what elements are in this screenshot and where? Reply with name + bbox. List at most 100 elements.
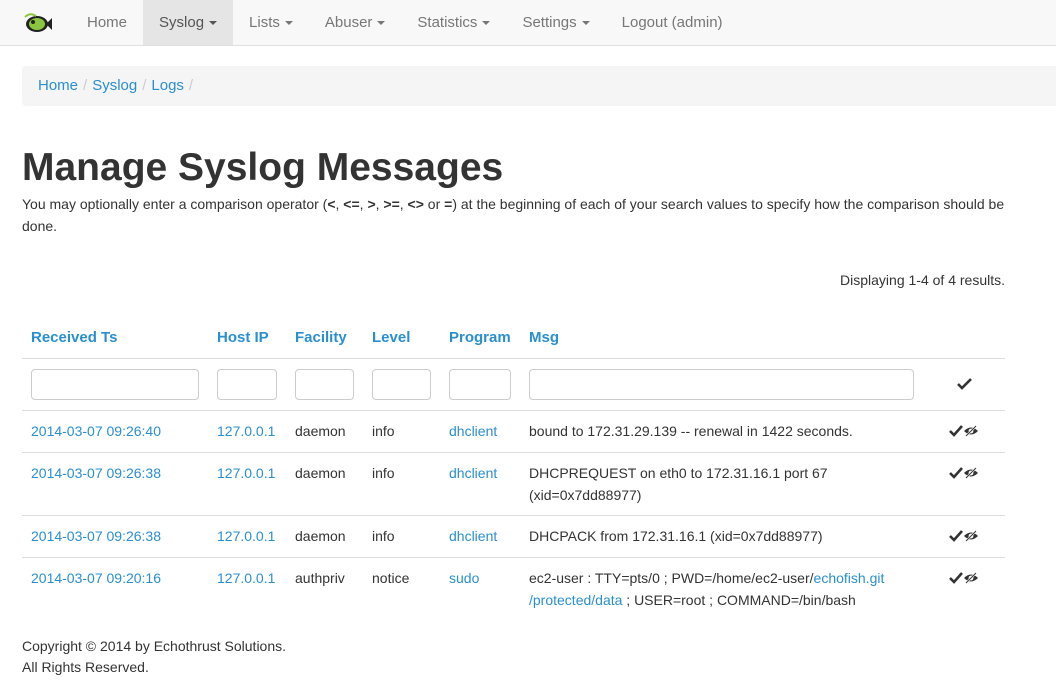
received-ts-link[interactable]: 2014-03-07 09:26:40 [31,423,161,439]
nav-home-label: Home [87,14,128,31]
breadcrumb-separator: / [142,77,147,94]
results-summary: Displaying 1-4 of 4 results. [840,272,1005,288]
row-actions [923,409,1005,453]
description-prefix: You may optionally enter a comparison op… [22,196,328,212]
cell-level: info [363,451,440,516]
top-navbar: Home Syslog Lists Abuser Statistics Sett… [0,0,1056,46]
msg-text: ec2-user : TTY=pts/0 ; PWD=/home/ec2-use… [529,570,814,587]
program-link[interactable]: dhclient [449,528,497,544]
syslog-table: Received Ts Host IP Facility Level Progr… [22,317,1005,621]
filter-level-input[interactable] [372,368,431,400]
sort-received-ts[interactable]: Received Ts [31,329,117,346]
nav-abuser-label: Abuser [324,14,373,31]
cell-received-ts: 2014-03-07 09:26:40 [22,409,208,453]
echofish-logo-icon[interactable] [22,11,52,35]
caret-down-icon [581,21,590,26]
sort-level[interactable]: Level [372,329,410,346]
filter-cell [208,357,286,410]
table-row: 2014-03-07 09:26:38 127.0.0.1 daemon inf… [22,451,1005,516]
eye-slash-icon[interactable] [963,568,979,590]
table-row: 2014-03-07 09:26:40 127.0.0.1 daemon inf… [22,409,1005,453]
nav-settings-label: Settings [522,14,577,31]
nav-abuser[interactable]: Abuser [309,0,402,45]
cell-msg: ec2-user : TTY=pts/0 ; PWD=/home/ec2-use… [520,557,923,621]
program-link[interactable]: sudo [449,570,479,586]
checkmark-icon[interactable] [949,463,963,485]
filter-cell [440,357,520,410]
msg-text: ; USER=root ; COMMAND=/bin/bash [622,592,856,609]
column-header: Program [440,317,520,359]
eye-slash-icon[interactable] [963,421,979,443]
filter-cell [22,357,208,410]
host-ip-link[interactable]: 127.0.0.1 [217,528,275,544]
cell-program: dhclient [440,409,520,453]
received-ts-link[interactable]: 2014-03-07 09:20:16 [31,570,161,586]
nav-statistics[interactable]: Statistics [401,0,506,45]
column-header: Facility [286,317,363,359]
page-description: You may optionally enter a comparison op… [22,196,1005,234]
row-actions [923,451,1005,516]
cell-level: notice [363,557,440,621]
host-ip-link[interactable]: 127.0.0.1 [217,423,275,439]
cell-msg: DHCPACK from 172.31.16.1 (xid=0x7dd88977… [520,514,923,558]
received-ts-link[interactable]: 2014-03-07 09:26:38 [31,465,161,481]
filter-row [22,357,1005,410]
cell-received-ts: 2014-03-07 09:26:38 [22,514,208,558]
cell-level: info [363,409,440,453]
cell-level: info [363,514,440,558]
nav-syslog[interactable]: Syslog [143,0,234,45]
filter-received-ts-input[interactable] [31,368,199,400]
breadcrumb-logs[interactable]: Logs [151,77,184,94]
breadcrumb-home[interactable]: Home [38,77,78,94]
column-header: Host IP [208,317,286,359]
nav-logout[interactable]: Logout (admin) [606,0,739,45]
cell-host-ip: 127.0.0.1 [208,514,286,558]
table-row: 2014-03-07 09:26:38 127.0.0.1 daemon inf… [22,514,1005,558]
checkmark-icon[interactable] [949,421,963,443]
nav-lists[interactable]: Lists [233,0,309,45]
eye-slash-icon[interactable] [963,463,979,485]
caret-down-icon [209,21,218,26]
nav-statistics-label: Statistics [417,14,478,31]
cell-msg: bound to 172.31.29.139 -- renewal in 142… [520,409,923,453]
eye-slash-icon[interactable] [963,526,979,548]
copyright-text: Copyright © 2014 by Echothrust Solutions… [22,638,287,654]
host-ip-link[interactable]: 127.0.0.1 [217,570,275,586]
cell-msg: DHCPREQUEST on eth0 to 172.31.16.1 port … [520,451,923,516]
page-footer: Copyright © 2014 by Echothrust Solutions… [22,636,286,678]
cell-facility: authpriv [286,557,363,621]
program-link[interactable]: dhclient [449,423,497,439]
main-nav: Home Syslog Lists Abuser Statistics Sett… [71,0,739,45]
cell-facility: daemon [286,514,363,558]
caret-down-icon [482,21,491,26]
host-ip-link[interactable]: 127.0.0.1 [217,465,275,481]
filter-cell [520,357,923,410]
column-header: Level [363,317,440,359]
checkmark-icon[interactable] [956,374,972,396]
sort-program[interactable]: Program [449,329,511,346]
breadcrumb-syslog[interactable]: Syslog [92,77,137,94]
program-link[interactable]: dhclient [449,465,497,481]
sort-host-ip[interactable]: Host IP [217,329,269,346]
sort-facility[interactable]: Facility [295,329,347,346]
filter-host-ip-input[interactable] [217,368,277,400]
nav-syslog-label: Syslog [159,14,205,31]
checkmark-icon[interactable] [949,568,963,590]
rights-text: All Rights Reserved. [22,659,149,675]
nav-settings[interactable]: Settings [506,0,605,45]
operator-lt: < [327,196,336,212]
filter-cell [363,357,440,410]
sort-msg[interactable]: Msg [529,329,559,346]
cell-program: dhclient [440,514,520,558]
table-header-row: Received Ts Host IP Facility Level Progr… [22,317,1005,359]
cell-received-ts: 2014-03-07 09:20:16 [22,557,208,621]
filter-program-input[interactable] [449,368,511,400]
filter-facility-input[interactable] [295,368,354,400]
checkmark-icon[interactable] [949,526,963,548]
filter-msg-input[interactable] [529,368,914,400]
cell-host-ip: 127.0.0.1 [208,557,286,621]
received-ts-link[interactable]: 2014-03-07 09:26:38 [31,528,161,544]
nav-logout-label: Logout (admin) [621,14,723,31]
nav-home[interactable]: Home [71,0,143,45]
breadcrumb-separator: / [188,77,194,94]
